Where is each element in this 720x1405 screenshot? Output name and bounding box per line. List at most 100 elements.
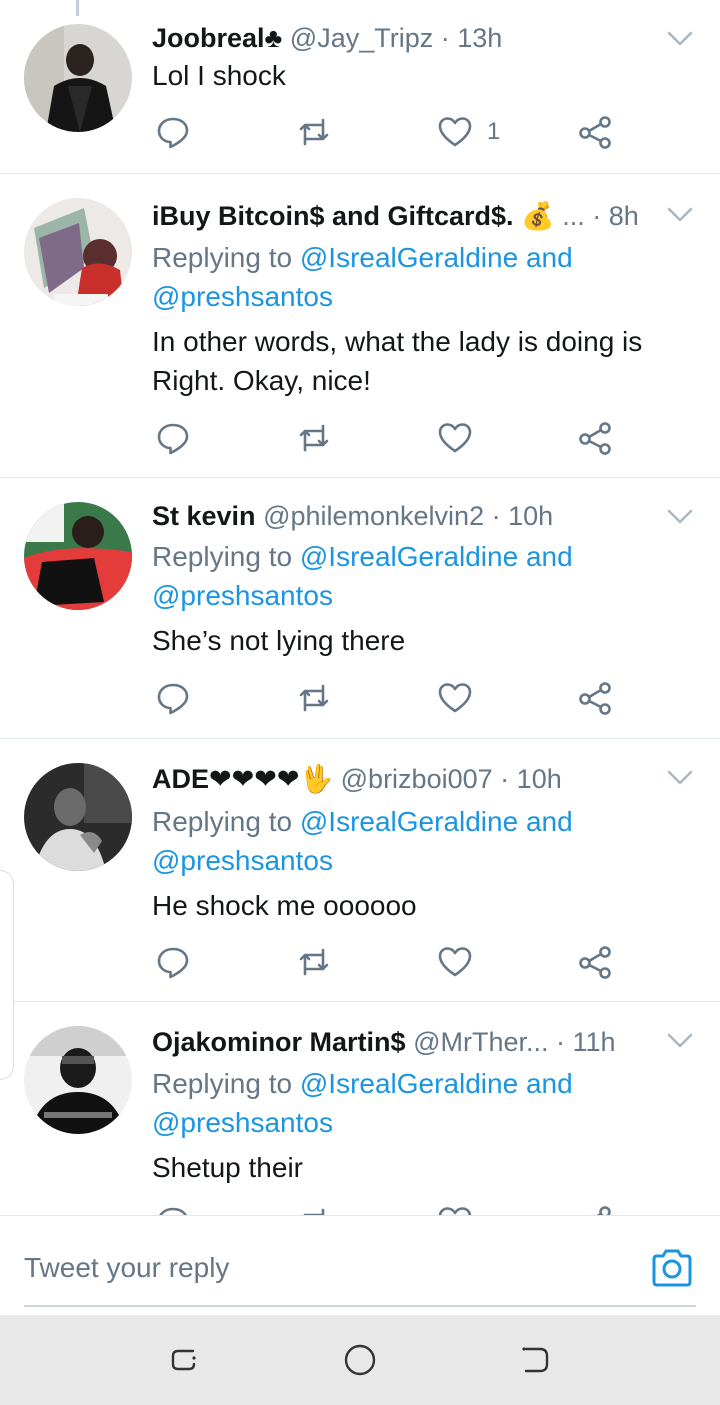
separator-dot: · xyxy=(440,23,450,53)
separator-dot: · xyxy=(500,764,510,794)
display-name[interactable]: iBuy Bitcoin$ and Giftcard$. 💰 xyxy=(152,201,555,231)
user-handle[interactable]: @philemonkelvin2 xyxy=(263,501,484,531)
tweet-header: iBuy Bitcoin$ and Giftcard$. 💰 ... · 8h xyxy=(152,198,639,234)
retweet-icon xyxy=(299,948,329,976)
share-button[interactable] xyxy=(578,112,614,152)
mention-link[interactable]: @preshsantos xyxy=(152,281,333,312)
reply-button[interactable] xyxy=(155,112,191,152)
retweet-icon xyxy=(303,1208,325,1215)
display-name[interactable]: ADE❤❤❤❤🖖 xyxy=(152,764,333,794)
like-button[interactable] xyxy=(437,418,473,458)
mention-link[interactable]: @IsrealGeraldine and xyxy=(300,1068,573,1099)
system-navigation-bar xyxy=(0,1315,720,1405)
like-button[interactable] xyxy=(437,942,473,982)
reply-button[interactable] xyxy=(155,1202,191,1215)
tweet-text: Shetup their xyxy=(152,1152,303,1183)
timestamp[interactable]: 11h xyxy=(573,1027,616,1057)
edge-panel-handle[interactable] xyxy=(0,870,14,1080)
timestamp[interactable]: 8h xyxy=(609,201,639,231)
chevron-down-icon[interactable] xyxy=(664,1028,696,1052)
avatar[interactable] xyxy=(24,1026,132,1134)
like-button[interactable]: 1 xyxy=(437,112,500,152)
home-icon[interactable] xyxy=(343,1343,377,1377)
user-handle[interactable]: @MrTher... xyxy=(413,1027,548,1057)
tweet-actions xyxy=(0,1202,720,1215)
mention-link[interactable]: @IsrealGeraldine and xyxy=(300,242,573,273)
retweet-button[interactable] xyxy=(296,1202,332,1215)
mention-link[interactable]: @IsrealGeraldine and xyxy=(300,806,573,837)
tweet-actions xyxy=(0,418,720,458)
reply-button[interactable] xyxy=(155,678,191,718)
reply-icon xyxy=(157,947,189,979)
timestamp[interactable]: 10h xyxy=(517,764,562,794)
share-button[interactable] xyxy=(578,418,614,458)
replying-to-prefix: Replying to xyxy=(152,541,300,572)
tweet[interactable]: Joobreal♣ @Jay_Tripz · 13h Lol I shock 1 xyxy=(0,0,720,174)
retweet-icon xyxy=(299,424,329,452)
tweet-text: In other words, what the lady is doing i… xyxy=(152,326,643,396)
back-icon[interactable] xyxy=(518,1343,552,1377)
replying-to: Replying to @IsrealGeraldine and @preshs… xyxy=(152,238,692,316)
replying-to: Replying to @IsrealGeraldine and @preshs… xyxy=(152,537,692,615)
avatar[interactable] xyxy=(24,763,132,871)
chevron-down-icon[interactable] xyxy=(664,202,696,226)
camera-icon[interactable] xyxy=(650,1246,694,1290)
separator-dot: · xyxy=(556,1027,565,1057)
tweet-actions: 1 xyxy=(0,112,720,152)
like-button[interactable] xyxy=(437,678,473,718)
reply-button[interactable] xyxy=(155,942,191,982)
chevron-down-icon[interactable] xyxy=(664,765,696,789)
user-handle[interactable]: @brizboi007 xyxy=(341,764,493,794)
share-icon xyxy=(579,946,611,979)
heart-icon xyxy=(438,947,472,977)
like-count: 1 xyxy=(487,118,501,145)
retweet-icon xyxy=(299,684,329,712)
replying-to: Replying to @IsrealGeraldine and @preshs… xyxy=(152,1064,692,1142)
heart-icon xyxy=(438,1207,472,1215)
replying-to-prefix: Replying to xyxy=(152,806,300,837)
tweet-actions xyxy=(0,942,720,982)
share-button[interactable] xyxy=(578,942,614,982)
mention-link[interactable]: @preshsantos xyxy=(152,845,333,876)
replying-to: Replying to @IsrealGeraldine and @preshs… xyxy=(152,802,692,880)
heart-icon xyxy=(438,117,472,147)
display-name[interactable]: St kevin xyxy=(152,501,256,531)
retweet-button[interactable] xyxy=(296,678,332,718)
tweet[interactable]: ADE❤❤❤❤🖖 @brizboi007 · 10h Replying to @… xyxy=(0,739,720,1002)
retweet-icon xyxy=(299,118,329,146)
timestamp[interactable]: 13h xyxy=(457,23,502,53)
reply-icon xyxy=(159,1207,187,1215)
tweet-actions xyxy=(0,678,720,718)
retweet-button[interactable] xyxy=(296,942,332,982)
tweet[interactable]: St kevin @philemonkelvin2 · 10h Replying… xyxy=(0,478,720,739)
reply-icon xyxy=(157,683,189,715)
display-name[interactable]: Joobreal♣ xyxy=(152,23,282,53)
user-handle[interactable]: @Jay_Tripz xyxy=(290,23,433,53)
retweet-button[interactable] xyxy=(296,418,332,458)
avatar[interactable] xyxy=(24,502,132,610)
timestamp[interactable]: 10h xyxy=(508,501,553,531)
tweet[interactable]: iBuy Bitcoin$ and Giftcard$. 💰 ... · 8h … xyxy=(0,174,720,478)
user-handle[interactable]: ... xyxy=(562,201,585,231)
share-button[interactable] xyxy=(578,678,614,718)
mention-link[interactable]: @IsrealGeraldine and xyxy=(300,541,573,572)
tweet-text: He shock me oooooo xyxy=(152,890,417,921)
like-button[interactable] xyxy=(437,1202,473,1215)
recent-apps-icon[interactable] xyxy=(167,1343,201,1377)
heart-icon xyxy=(438,423,472,453)
chevron-down-icon[interactable] xyxy=(664,26,696,50)
tweet[interactable]: Ojakominor Martin$ @MrTher... · 11h Repl… xyxy=(0,1002,720,1215)
retweet-button[interactable] xyxy=(296,112,332,152)
mention-link[interactable]: @preshsantos xyxy=(152,580,333,611)
share-icon xyxy=(579,422,611,455)
reply-button[interactable] xyxy=(155,418,191,458)
display-name[interactable]: Ojakominor Martin$ xyxy=(152,1027,406,1057)
avatar[interactable] xyxy=(24,198,132,306)
mention-link[interactable]: @preshsantos xyxy=(152,1107,333,1138)
tweet-text: She’s not lying there xyxy=(152,625,406,656)
reply-input[interactable]: Tweet your reply xyxy=(24,1248,624,1288)
chevron-down-icon[interactable] xyxy=(664,504,696,528)
share-button[interactable] xyxy=(578,1202,614,1215)
separator-dot: · xyxy=(592,201,602,231)
reply-icon xyxy=(157,117,189,149)
